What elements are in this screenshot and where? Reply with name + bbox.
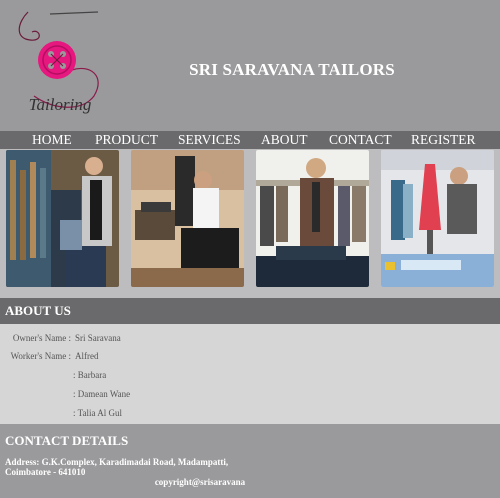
worker-name: : Talia Al Gul	[73, 408, 122, 418]
worker-row: : Talia Al Gul	[0, 408, 500, 420]
about-us-title: ABOUT US	[5, 303, 71, 318]
worker-row: : Damean Wane	[0, 389, 500, 401]
woman-designer-studio-photo[interactable]	[381, 150, 494, 287]
address-text: Address: G.K.Complex, Karadimadai Road, …	[5, 457, 305, 477]
nav-contact-link[interactable]: CONTACT	[329, 132, 392, 148]
woman-sewing-machine-photo[interactable]	[131, 150, 244, 287]
owner-label: Owner's Name :	[12, 333, 71, 343]
worker-name: : Damean Wane	[73, 389, 131, 399]
contact-details-section: CONTACT DETAILS Address: G.K.Complex, Ka…	[0, 424, 500, 498]
site-title: SRI SARAVANA TAILORS	[189, 60, 395, 79]
about-us-header: ABOUT US	[0, 298, 500, 324]
site-header: Tailoring SRI SARAVANA TAILORS	[0, 0, 500, 131]
copyright-text: copyright@srisaravana	[154, 477, 246, 487]
worker-name: Alfred	[75, 351, 99, 361]
owner-row: Owner's Name : Sri Saravana	[0, 333, 500, 345]
contact-details-title: CONTACT DETAILS	[5, 433, 129, 448]
worker-label: Worker's Name :	[10, 351, 71, 361]
nav-about-link[interactable]: ABOUT	[261, 132, 308, 148]
worker-name: : Barbara	[73, 370, 107, 380]
nav-register-link[interactable]: REGISTER	[411, 132, 476, 148]
address-line: Coimbatore - 641010	[5, 467, 86, 477]
logo-text: Tailoring	[29, 95, 92, 114]
nav-services-link[interactable]: SERVICES	[178, 132, 241, 148]
worker-row: : Barbara	[0, 370, 500, 382]
about-us-content: Owner's Name : Sri Saravana Worker's Nam…	[0, 324, 500, 424]
man-tailor-cutting-fabric-photo[interactable]	[256, 150, 369, 287]
worker-row: Worker's Name : Alfred	[0, 351, 500, 363]
owner-value: Sri Saravana	[75, 333, 121, 343]
nav-product-link[interactable]: PRODUCT	[95, 132, 158, 148]
tailor-measuring-client-photo[interactable]	[6, 150, 119, 287]
photo-gallery	[0, 149, 500, 299]
tailoring-logo[interactable]: Tailoring	[10, 4, 110, 126]
nav-home-link[interactable]: HOME	[32, 132, 72, 148]
main-navigation: HOME PRODUCT SERVICES ABOUT CONTACT REGI…	[0, 131, 500, 149]
address-line: Address: G.K.Complex, Karadimadai Road, …	[5, 457, 229, 467]
